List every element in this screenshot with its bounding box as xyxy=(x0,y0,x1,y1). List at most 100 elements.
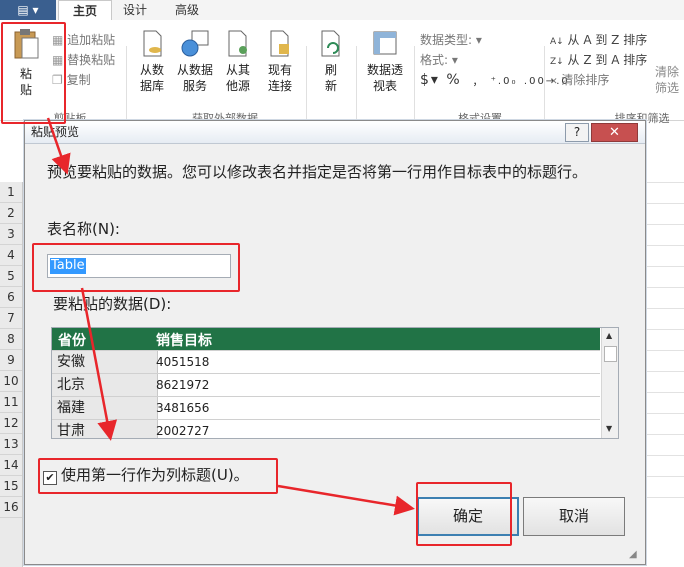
existing-connection-icon xyxy=(270,30,289,57)
table-name-input[interactable]: Table xyxy=(47,254,231,278)
dialog-description: 预览要粘贴的数据。您可以修改表名并指定是否将第一行用作目标表中的标题行。 xyxy=(47,163,588,181)
append-paste-button[interactable]: ▦ 追加粘贴 xyxy=(52,30,115,50)
table-header: 省份 销售目标 xyxy=(52,328,600,350)
column-header-province: 省份 xyxy=(58,333,86,349)
table-name-value: Table xyxy=(50,258,86,274)
grid-line xyxy=(644,224,684,225)
from-data-service-button[interactable]: 从数据 服务 xyxy=(174,28,216,94)
from-database-button[interactable]: 从数 据库 xyxy=(134,28,170,94)
tab-advanced[interactable]: 高级 xyxy=(162,0,212,20)
data-type-dropdown[interactable]: 数据类型: ▾ xyxy=(420,30,570,50)
comma-button[interactable]: ﹐ xyxy=(468,72,484,88)
row-number[interactable]: 5 xyxy=(0,266,22,287)
clear-filter-button[interactable]: 清除 筛选 xyxy=(650,64,684,96)
append-paste-icon: ▦ xyxy=(52,33,64,47)
header-row-checkbox-label: 使用第一行作为列标题(U)。 xyxy=(61,466,249,484)
number-format-buttons: $▾ % ﹐ ⁺.0₀ .00→.0 xyxy=(420,72,570,88)
percent-button[interactable]: % xyxy=(446,72,461,88)
target-cell: 8621972 xyxy=(156,378,210,392)
province-cell: 福建 xyxy=(52,397,158,419)
row-number[interactable]: 16 xyxy=(0,497,22,518)
sort-a-to-z-button[interactable]: A↓ 从 A 到 Z 排序 xyxy=(550,30,647,50)
row-number[interactable]: 7 xyxy=(0,308,22,329)
row-number[interactable]: 6 xyxy=(0,287,22,308)
row-number[interactable]: 15 xyxy=(0,476,22,497)
table-row: 福建 3481656 xyxy=(52,396,600,419)
from-other-sources-button[interactable]: 从其 他源 xyxy=(220,28,256,94)
dialog-title: 粘贴预览 xyxy=(31,125,80,139)
format-dropdown[interactable]: 格式: ▾ xyxy=(420,50,570,70)
help-button[interactable]: ? xyxy=(565,123,589,142)
dialog-titlebar[interactable]: 粘贴预览 ? ✕ xyxy=(25,121,645,144)
pivot-table-button[interactable]: 数据透 视表 xyxy=(362,28,408,94)
grid-line xyxy=(644,476,684,477)
file-menu-button[interactable]: ▤ ▾ xyxy=(0,0,56,20)
table-row: 北京 8621972 xyxy=(52,373,600,396)
target-cell: 4051518 xyxy=(156,355,210,369)
scroll-down-arrow-icon[interactable]: ▼ xyxy=(606,424,612,433)
row-number[interactable]: 10 xyxy=(0,371,22,392)
province-cell: 安徽 xyxy=(52,351,158,373)
table-scrollbar[interactable]: ▲ ▼ xyxy=(601,328,618,438)
copy-button[interactable]: ❐ 复制 xyxy=(52,70,115,90)
increase-decimal-button[interactable]: ⁺.0₀ xyxy=(491,76,518,87)
row-number[interactable]: 2 xyxy=(0,203,22,224)
target-cell: 3481656 xyxy=(156,401,210,415)
tab-design[interactable]: 设计 xyxy=(112,0,158,20)
row-number[interactable]: 9 xyxy=(0,350,22,371)
grid-line xyxy=(644,434,684,435)
close-button[interactable]: ✕ xyxy=(591,123,638,142)
table-row: 安徽 4051518 xyxy=(52,350,600,373)
database-icon xyxy=(143,30,162,57)
table-name-label: 表名称(N): xyxy=(47,220,120,238)
refresh-button[interactable]: 刷 新 xyxy=(314,28,348,94)
paste-data-table[interactable]: 省份 销售目标 安徽 4051518 北京 8621972 福建 3481656… xyxy=(51,327,619,439)
existing-connections-button[interactable]: 现有 连接 xyxy=(262,28,298,94)
sort-z-to-a-button[interactable]: Z↓ 从 Z 到 A 排序 xyxy=(550,50,647,70)
pivot-table-icon xyxy=(373,31,397,55)
cancel-button[interactable]: 取消 xyxy=(523,497,625,536)
province-cell: 北京 xyxy=(52,374,158,396)
currency-button[interactable]: $ xyxy=(420,72,431,88)
target-cell: 2002727 xyxy=(156,424,210,438)
row-number[interactable]: 14 xyxy=(0,455,22,476)
globe-table-icon xyxy=(181,30,209,57)
row-number[interactable]: 3 xyxy=(0,224,22,245)
sort-ascending-icon: A↓ xyxy=(550,37,564,47)
row-number[interactable]: 13 xyxy=(0,434,22,455)
row-number[interactable]: 11 xyxy=(0,392,22,413)
refresh-icon xyxy=(321,30,340,57)
clipboard-icon xyxy=(14,29,39,59)
header-row-checkbox[interactable]: ✔ xyxy=(43,471,57,485)
grid-line xyxy=(644,497,684,498)
grid-line xyxy=(644,329,684,330)
row-number[interactable]: 8 xyxy=(0,329,22,350)
row-number[interactable]: 1 xyxy=(0,182,22,203)
grid-line xyxy=(644,182,684,183)
paste-button[interactable]: 粘 贴 xyxy=(8,26,44,98)
scroll-thumb[interactable] xyxy=(604,346,617,362)
tab-home[interactable]: 主页 xyxy=(58,0,112,22)
replace-paste-button[interactable]: ▦ 替换粘贴 xyxy=(52,50,115,70)
sort-controls: A↓ 从 A 到 Z 排序 Z↓ 从 Z 到 A 排序 ✕ 清除排序 xyxy=(550,30,647,90)
ribbon-tab-bar: ▤ ▾ 主页 设计 高级 xyxy=(0,0,684,22)
ok-button[interactable]: 确定 xyxy=(417,497,519,536)
row-number[interactable]: 12 xyxy=(0,413,22,434)
resize-grip-icon[interactable]: ◢ xyxy=(629,549,637,560)
grid-line xyxy=(644,203,684,204)
copy-icon: ❐ xyxy=(52,73,63,87)
row-headers: 1 2 3 4 5 6 7 8 9 10 11 12 13 14 15 16 xyxy=(0,182,23,567)
header-row-option[interactable]: ✔ 使用第一行作为列标题(U)。 xyxy=(43,464,249,485)
paste-preview-dialog: 粘贴预览 ? ✕ 预览要粘贴的数据。您可以修改表名并指定是否将第一行用作目标表中… xyxy=(24,120,646,565)
paste-label: 粘 贴 xyxy=(19,67,32,97)
clear-sort-icon: ✕ xyxy=(550,77,558,87)
grid-line xyxy=(644,371,684,372)
data-to-paste-label: 要粘贴的数据(D): xyxy=(53,295,172,313)
scroll-up-arrow-icon[interactable]: ▲ xyxy=(606,331,612,340)
clear-sort-button[interactable]: ✕ 清除排序 xyxy=(550,70,647,90)
row-number[interactable]: 4 xyxy=(0,245,22,266)
grid-line xyxy=(644,392,684,393)
province-cell: 甘肃 xyxy=(52,420,158,438)
grid-line xyxy=(644,266,684,267)
table-row: 甘肃 2002727 xyxy=(52,419,600,438)
